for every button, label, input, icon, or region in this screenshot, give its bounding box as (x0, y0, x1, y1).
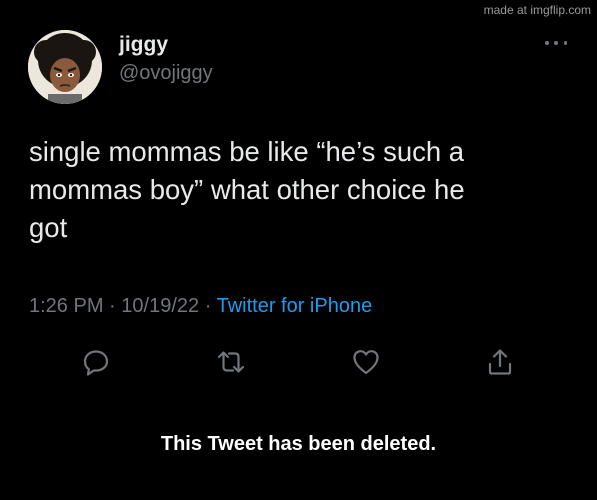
tweet-text: single mommas be like “he’s such a momma… (29, 136, 465, 243)
reply-button[interactable] (81, 347, 111, 377)
author-handle[interactable]: @ovojiggy (119, 62, 213, 85)
retweet-arrows-icon (217, 351, 245, 373)
cartoon-boy-avatar-icon (28, 30, 102, 104)
more-dot (563, 41, 567, 45)
more-dot (545, 41, 549, 45)
retweet-button[interactable] (216, 347, 246, 377)
like-button[interactable] (351, 347, 381, 377)
imgflip-watermark: made at imgflip.com (483, 3, 591, 17)
avatar[interactable] (28, 30, 102, 104)
tweet-time[interactable]: 1:26 PM (29, 295, 103, 317)
more-dot (554, 41, 558, 45)
speech-bubble-icon (83, 350, 109, 376)
meta-separator: · (204, 295, 212, 317)
tweet-deleted-notice: This Tweet has been deleted. (160, 433, 437, 455)
share-upload-icon (488, 349, 512, 375)
more-options-icon[interactable] (545, 38, 567, 48)
tweet-date[interactable]: 10/19/22 (121, 295, 199, 317)
share-button[interactable] (485, 347, 515, 377)
tweet-action-bar (0, 347, 597, 377)
author-display-name[interactable]: jiggy (119, 33, 168, 57)
tweet-metadata: 1:26 PM · 10/19/22 · Twitter for iPhone (29, 295, 372, 318)
meta-separator: · (109, 295, 116, 317)
tweet-source-link[interactable]: Twitter for iPhone (217, 295, 373, 317)
heart-icon (353, 350, 379, 375)
